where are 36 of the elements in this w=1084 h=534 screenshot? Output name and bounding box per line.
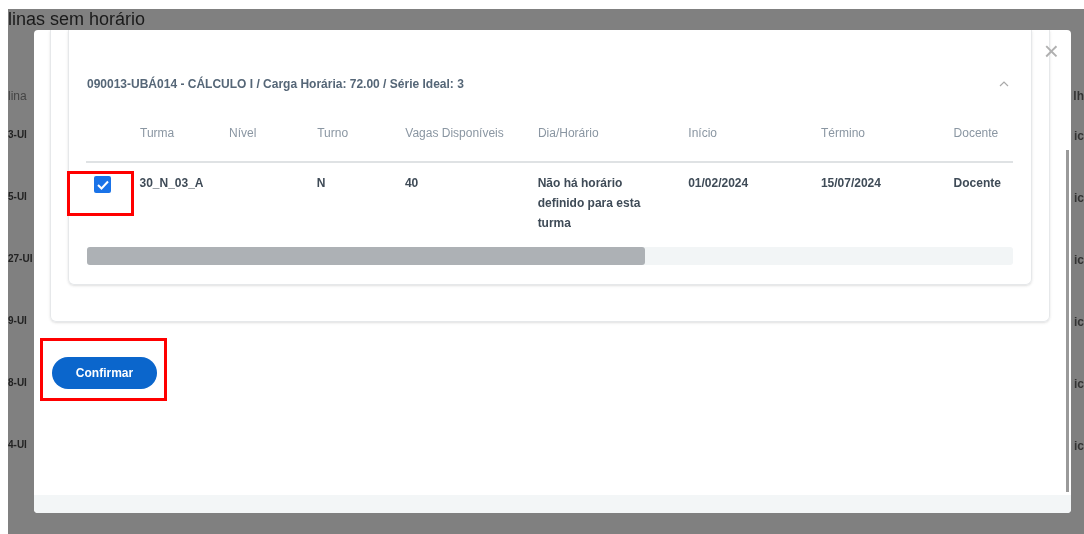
column-header: Início <box>688 126 718 140</box>
page-title: linas sem horário <box>8 10 146 28</box>
row-code: 27-UI <box>8 252 33 266</box>
column-header: Dia/Horário <box>537 126 599 140</box>
confirm-button[interactable]: Confirmar <box>52 357 157 389</box>
row-code: 4-UI <box>8 438 27 452</box>
column-header: Turma <box>140 126 175 140</box>
table-cell-text: 01/02/2024 <box>688 175 750 192</box>
table-cell-text: 15/07/2024 <box>820 175 882 192</box>
column-header: Docente <box>953 126 999 140</box>
column-header: Vagas Disponíveis <box>405 126 504 140</box>
row-code: 9-UI <box>8 314 27 328</box>
table-cell-text: 30_N_03_A <box>139 175 205 192</box>
chevron-icon[interactable] <box>999 81 1009 87</box>
checkbox[interactable] <box>94 176 111 193</box>
column-header: Término <box>820 126 865 140</box>
row-text: ic <box>1074 190 1084 207</box>
column-header: lh <box>1073 88 1084 105</box>
row-code: 5-UI <box>8 190 27 204</box>
table-cell-text: N <box>316 175 327 192</box>
course-header: 090013-UBÁ014 - CÁLCULO I / Carga Horária: 72.00 / Série Ideal: 3 <box>87 75 464 93</box>
row-text: ic <box>1074 376 1084 393</box>
scrollbar-thumb[interactable] <box>87 247 645 265</box>
row-code: 8-UI <box>8 376 27 390</box>
row-text: ic <box>1074 252 1084 269</box>
row-text: ic <box>1074 128 1084 145</box>
row-code: 3-UI <box>8 128 27 142</box>
table-cell-text: Não há horário definido para esta turma <box>537 175 642 232</box>
horizontal-scrollbar[interactable] <box>87 247 1013 265</box>
column-header: Nível <box>229 126 257 140</box>
column-header: Turno <box>317 126 349 140</box>
column-header: lina <box>8 88 27 105</box>
table-cell-text: 40 <box>404 175 420 192</box>
row-text: ic <box>1074 438 1084 455</box>
row-text: ic <box>1074 314 1084 331</box>
table-cell-text: Docente <box>953 175 1002 192</box>
